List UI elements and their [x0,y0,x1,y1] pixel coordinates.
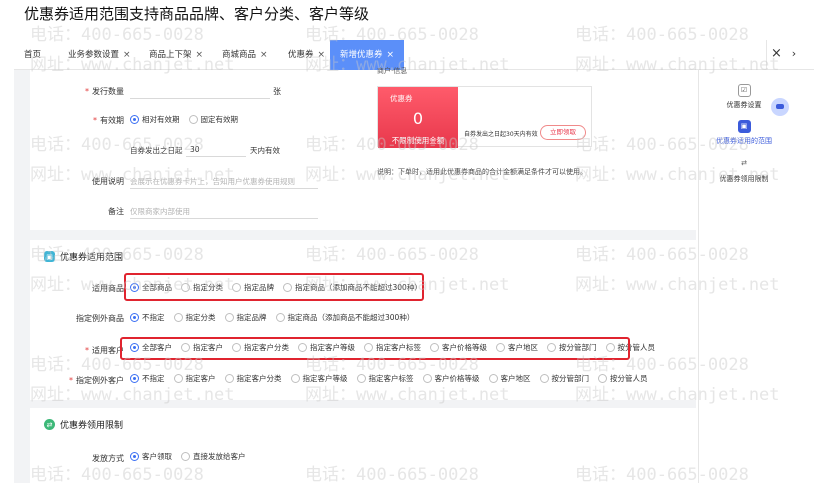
goods-exclude-radio-group: 不指定 指定分类 指定品牌 指定商品（添加商品不能超过300种） [130,310,423,324]
coupon-amount: 0 [412,109,424,128]
customer-scope-label: * 适用客户 [85,346,124,355]
radio-exclude-specific-goods[interactable]: 指定商品（添加商品不能超过300种） [275,312,414,323]
issue-qty-input[interactable] [130,98,270,99]
radio-exclude-customer-level[interactable]: 指定客户等级 [290,373,348,384]
scope-icon: ▣ [737,120,751,133]
radio-exclude-customer-category[interactable]: 指定客户分类 [224,373,282,384]
customer-exclude-radio-group: 不指定 指定客户 指定客户分类 指定客户等级 指定客户标签 客户价格等级 客户地… [130,371,657,385]
close-icon[interactable]: × [196,50,204,60]
close-icon[interactable]: × [260,50,268,60]
issue-qty-label: * 发行数量 [85,87,124,96]
tab-business-params[interactable]: 业务参数设置 × [68,40,131,70]
issue-method-radio-group: 客户领取 直接发放给客户 [130,449,255,463]
validity-days-underline [186,156,246,157]
scope-section-title: ▣ 优惠券适用范围 [44,250,123,263]
radio-exclude-region[interactable]: 客户地区 [488,373,531,384]
close-icon[interactable]: × [123,50,131,60]
validity-label: * 有效期 [93,116,124,125]
coupon-scope-card: ▣ 优惠券适用范围 适用商品 全部商品 指定分类 指定品牌 指定商品（添加商品不… [30,240,696,400]
coupon-settings-card: * 发行数量 张 * 有效期 相对有效期 固定有效期 自券发出之日起 30 天内有效… [30,67,696,230]
radio-fixed-validity[interactable]: 固定有效期 [188,114,238,125]
radio-customer-claim[interactable]: 客户领取 [130,451,172,462]
close-icon[interactable]: × [387,50,395,60]
side-anchor-nav: ☑ 优惠券设置 ▣ 优惠券适用的范围 ⇄ 优惠券领用限制 [698,70,789,483]
coupon-preview-left: 优惠券 0 不限制使用金额 [378,87,458,148]
goods-exclude-label: 指定例外商品 [76,314,124,323]
radio-exclude-customer[interactable]: 指定客户 [173,373,216,384]
side-item-coupon-scope[interactable]: ▣ 优惠券适用的范围 [699,120,789,146]
coupon-name: 优惠券 [390,94,413,103]
validity-suffix: 天内有效 [250,146,280,155]
coupon-limit-card: ⇄ 优惠券领用限制 发放方式 客户领取 直接发放给客户 [30,408,696,483]
usage-label: 使用说明 [92,177,124,186]
validity-prefix: 自券发出之日起 [130,146,183,155]
claim-button: 立即领取 [540,125,586,140]
tab-coupon[interactable]: 优惠券 × [288,40,325,70]
settings-icon: ☑ [737,84,751,97]
radio-no-exclude-customer[interactable]: 不指定 [130,373,165,384]
issue-qty-unit: 张 [273,87,281,96]
caption: 优惠券适用范围支持商品品牌、客户分类、客户等级 [24,5,370,23]
side-item-coupon-limit[interactable]: ⇄ 优惠券领用限制 [699,158,789,184]
radio-exclude-by-department[interactable]: 按分管部门 [539,373,589,384]
customer-exclude-label: * 指定例外客户 [69,376,124,385]
radio-no-exclude-goods[interactable]: 不指定 [130,312,165,323]
radio-exclude-customer-tag[interactable]: 指定客户标签 [356,373,414,384]
coupon-valid-text: 自券发出之日起30天内有效 [464,131,538,138]
usage-input[interactable]: 会展示在优惠券卡片上，告知用户优惠券使用规则 [130,176,295,187]
radio-exclude-brand[interactable]: 指定品牌 [224,312,267,323]
limit-section-title: ⇄ 优惠券领用限制 [44,418,123,431]
tab-home[interactable]: 首页 [24,40,41,70]
validity-radio-group: 相对有效期 固定有效期 [130,112,247,126]
chevron-right-icon[interactable]: › [787,40,801,70]
assistant-robot-icon[interactable] [771,98,789,116]
radio-exclude-category[interactable]: 指定分类 [173,312,216,323]
limit-icon: ⇄ [44,419,55,430]
limit-icon: ⇄ [741,159,747,167]
radio-relative-validity[interactable]: 相对有效期 [130,114,180,125]
radio-direct-issue[interactable]: 直接发放给客户 [181,451,246,462]
tab-bar: 首页 业务参数设置 × 商品上下架 × 商城商品 × 优惠券 × 新增优惠券 × × › [14,40,814,70]
main-content: * 发行数量 张 * 有效期 相对有效期 固定有效期 自券发出之日起 30 天内有效… [14,67,696,483]
validity-days-input[interactable]: 30 [190,145,200,154]
close-icon[interactable]: × [318,50,326,60]
scope-icon: ▣ [44,251,55,262]
issue-method-label: 发放方式 [92,454,124,463]
tab-goods-shelf[interactable]: 商品上下架 × [149,40,203,70]
usage-underline [130,188,318,189]
close-all-tabs-button[interactable]: × [766,40,786,70]
preview-partial-label: 商户·信息 [377,67,408,75]
remark-label: 备注 [108,207,124,216]
coupon-note: 说明：下单时，适用此优惠券商品的合计金额满足条件才可以使用。 [377,168,587,176]
goods-scope-highlight [124,273,424,301]
tab-mall-goods[interactable]: 商城商品 × [222,40,268,70]
goods-scope-label: 适用商品 [92,284,124,293]
remark-input[interactable]: 仅限商家内部使用 [130,206,190,217]
customer-scope-highlight [120,337,630,360]
radio-exclude-by-staff[interactable]: 按分管人员 [598,373,648,384]
radio-exclude-price-level[interactable]: 客户价格等级 [422,373,480,384]
coupon-preview: 优惠券 0 不限制使用金额 自券发出之日起30天内有效 立即领取 [377,86,592,148]
remark-underline [130,218,318,219]
coupon-condition: 不限制使用金额 [391,136,445,145]
